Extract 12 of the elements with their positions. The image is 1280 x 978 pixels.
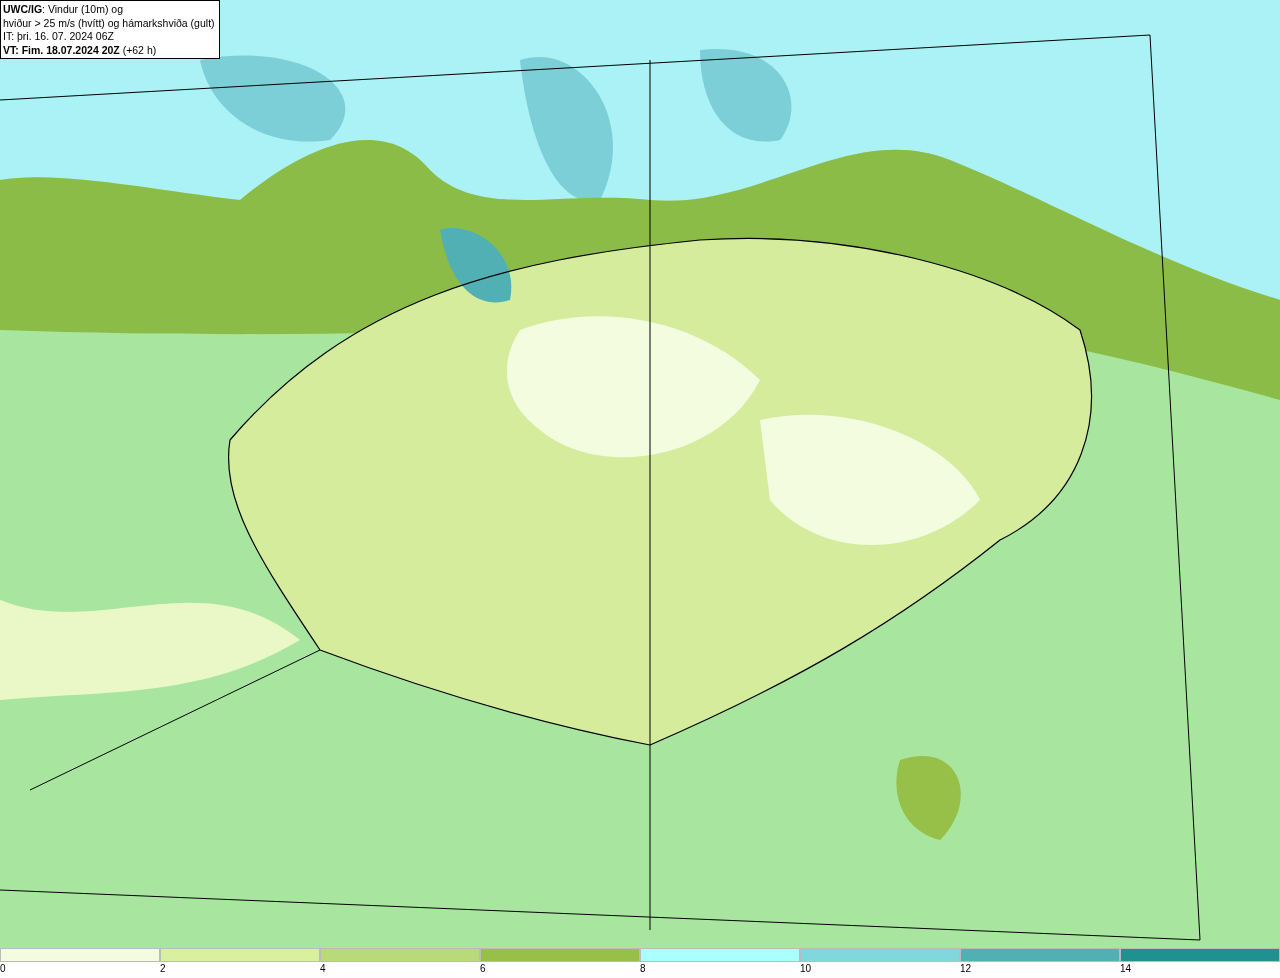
legend-label: 10 <box>800 962 812 976</box>
legend-label: 6 <box>480 962 486 976</box>
title-text: hviður > 25 m/s (hvítt) og hámarkshviða (gult) <box>3 16 215 30</box>
legend-label: 2 <box>160 962 166 976</box>
legend-label: 8 <box>640 962 646 976</box>
legend-label: 4 <box>320 962 326 976</box>
legend-label: 0 <box>0 962 6 976</box>
legend-label: 14 <box>1120 962 1132 976</box>
title-text: VT: Fim. 18.07.2024 20Z (+62 h) <box>3 43 158 57</box>
title-text: UWC/IG: Vindur (10m) og <box>3 3 124 17</box>
legend-label: 12 <box>960 962 972 976</box>
title-text: IT: þri. 16. 07. 2024 06Z <box>3 30 115 44</box>
